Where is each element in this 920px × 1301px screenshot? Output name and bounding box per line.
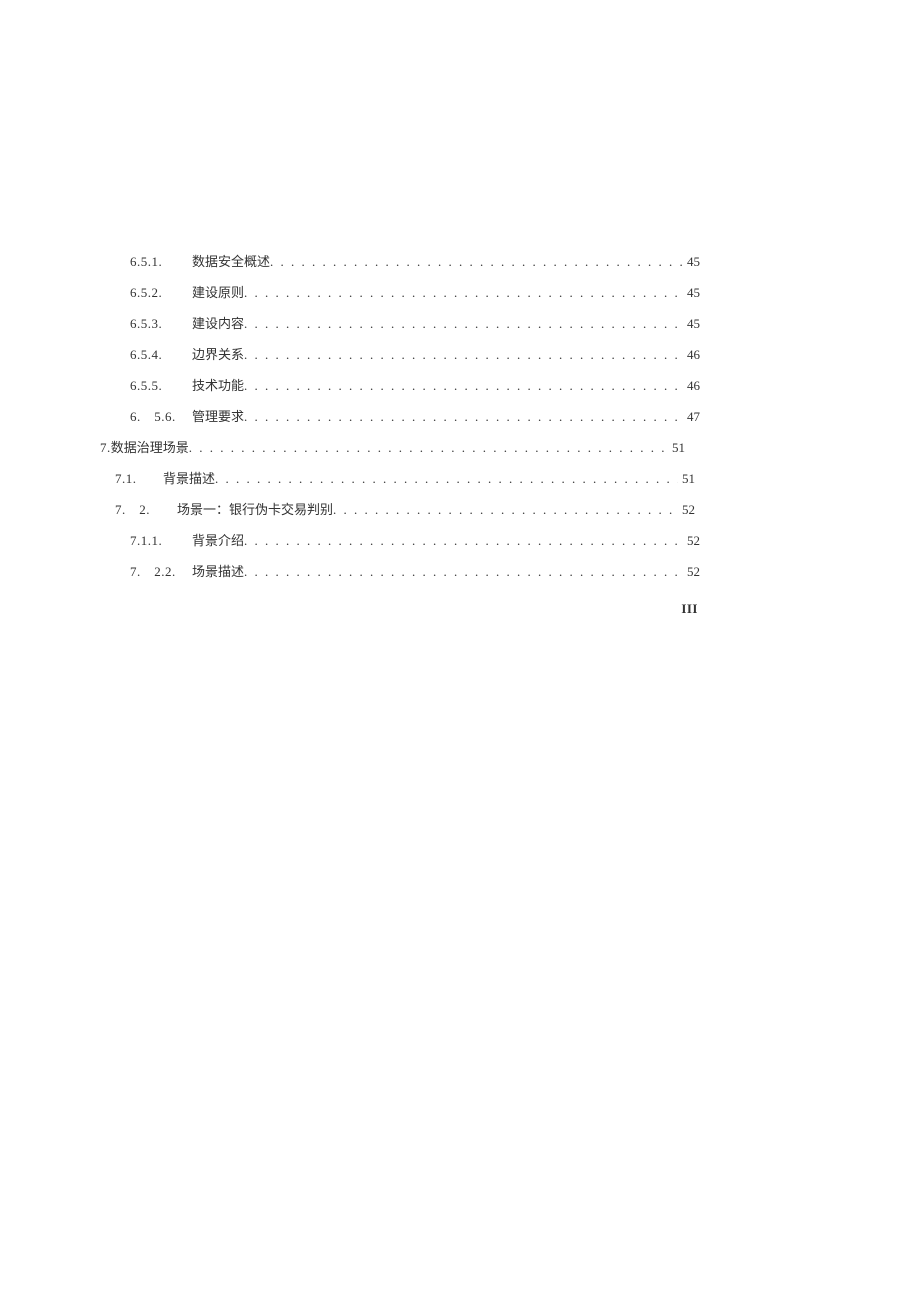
toc-entry-title: 技术功能 bbox=[192, 379, 244, 392]
toc-entry-title: 数据治理场景 bbox=[111, 441, 189, 454]
toc-entry-number: 6.5.1. bbox=[130, 255, 192, 268]
document-page: 6.5.1.数据安全概述456.5.2.建设原则456.5.3.建设内容456.… bbox=[0, 0, 920, 1301]
toc-entry: 7. 2.场景一：银行伪卡交易判别 52 bbox=[0, 503, 920, 516]
toc-entry-number: 6.5.3. bbox=[130, 317, 192, 330]
toc-entry-page: 51 bbox=[678, 472, 695, 485]
toc-entry-page: 45 bbox=[683, 255, 700, 268]
toc-entry-title: 背景介绍 bbox=[192, 534, 244, 547]
toc-entry-title: 建设原则 bbox=[192, 286, 244, 299]
toc-entry-page: 52 bbox=[678, 503, 695, 516]
toc-entry-leader-dots bbox=[189, 441, 668, 454]
toc-entry-leader-dots bbox=[244, 410, 683, 423]
toc-entry: 7.数据治理场景 51 bbox=[0, 441, 920, 454]
toc-entry-title: 背景描述 bbox=[163, 472, 215, 485]
toc-entry-title: 场景一：银行伪卡交易判别 bbox=[177, 503, 333, 516]
toc-entry-page: 45 bbox=[683, 286, 700, 299]
toc-entry-leader-dots bbox=[244, 348, 683, 361]
toc-entry-page: 52 bbox=[683, 565, 700, 578]
toc-entry-page: 46 bbox=[683, 348, 700, 361]
toc-entry-number: 6. 5.6. bbox=[130, 410, 192, 423]
toc-entry-page: 45 bbox=[683, 317, 700, 330]
toc-entry-page: 46 bbox=[683, 379, 700, 392]
page-number: III bbox=[681, 601, 698, 617]
toc-entry: 6.5.4.边界关系 46 bbox=[0, 348, 920, 361]
toc-entry: 7. 2.2.场景描述 52 bbox=[0, 565, 920, 578]
toc-entry-leader-dots bbox=[244, 317, 683, 330]
toc-entry-leader-dots bbox=[244, 286, 683, 299]
toc-entry-number: 7. 2. bbox=[115, 503, 177, 516]
toc-entry-title: 边界关系 bbox=[192, 348, 244, 361]
table-of-contents: 6.5.1.数据安全概述456.5.2.建设原则456.5.3.建设内容456.… bbox=[0, 255, 920, 578]
toc-entry-leader-dots bbox=[244, 534, 683, 547]
toc-entry: 6. 5.6.管理要求 47 bbox=[0, 410, 920, 423]
toc-entry-number: 6.5.5. bbox=[130, 379, 192, 392]
toc-entry-number: 6.5.4. bbox=[130, 348, 192, 361]
toc-entry-leader-dots bbox=[333, 503, 678, 516]
toc-entry: 6.5.2.建设原则 45 bbox=[0, 286, 920, 299]
toc-entry-number: 7. 2.2. bbox=[130, 565, 192, 578]
toc-entry: 6.5.5.技术功能 46 bbox=[0, 379, 920, 392]
toc-entry-title: 管理要求 bbox=[192, 410, 244, 423]
toc-entry-number: 7.1. bbox=[115, 472, 163, 485]
toc-entry-number: 6.5.2. bbox=[130, 286, 192, 299]
toc-entry-title: 建设内容 bbox=[192, 317, 244, 330]
toc-entry-number: 7. bbox=[100, 441, 111, 454]
toc-entry-leader-dots bbox=[244, 379, 683, 392]
toc-entry-page: 47 bbox=[683, 410, 700, 423]
toc-entry-leader-dots bbox=[270, 255, 683, 268]
toc-entry-leader-dots bbox=[244, 565, 683, 578]
toc-entry-leader-dots bbox=[215, 472, 678, 485]
toc-entry-number: 7.1.1. bbox=[130, 534, 192, 547]
toc-entry-title: 数据安全概述 bbox=[192, 255, 270, 268]
toc-entry-page: 51 bbox=[668, 441, 685, 454]
toc-entry-page: 52 bbox=[683, 534, 700, 547]
toc-entry-title: 场景描述 bbox=[192, 565, 244, 578]
toc-entry: 6.5.3.建设内容 45 bbox=[0, 317, 920, 330]
toc-entry: 6.5.1.数据安全概述 45 bbox=[0, 255, 920, 268]
toc-entry: 7.1.1.背景介绍 52 bbox=[0, 534, 920, 547]
toc-entry: 7.1.背景描述 51 bbox=[0, 472, 920, 485]
